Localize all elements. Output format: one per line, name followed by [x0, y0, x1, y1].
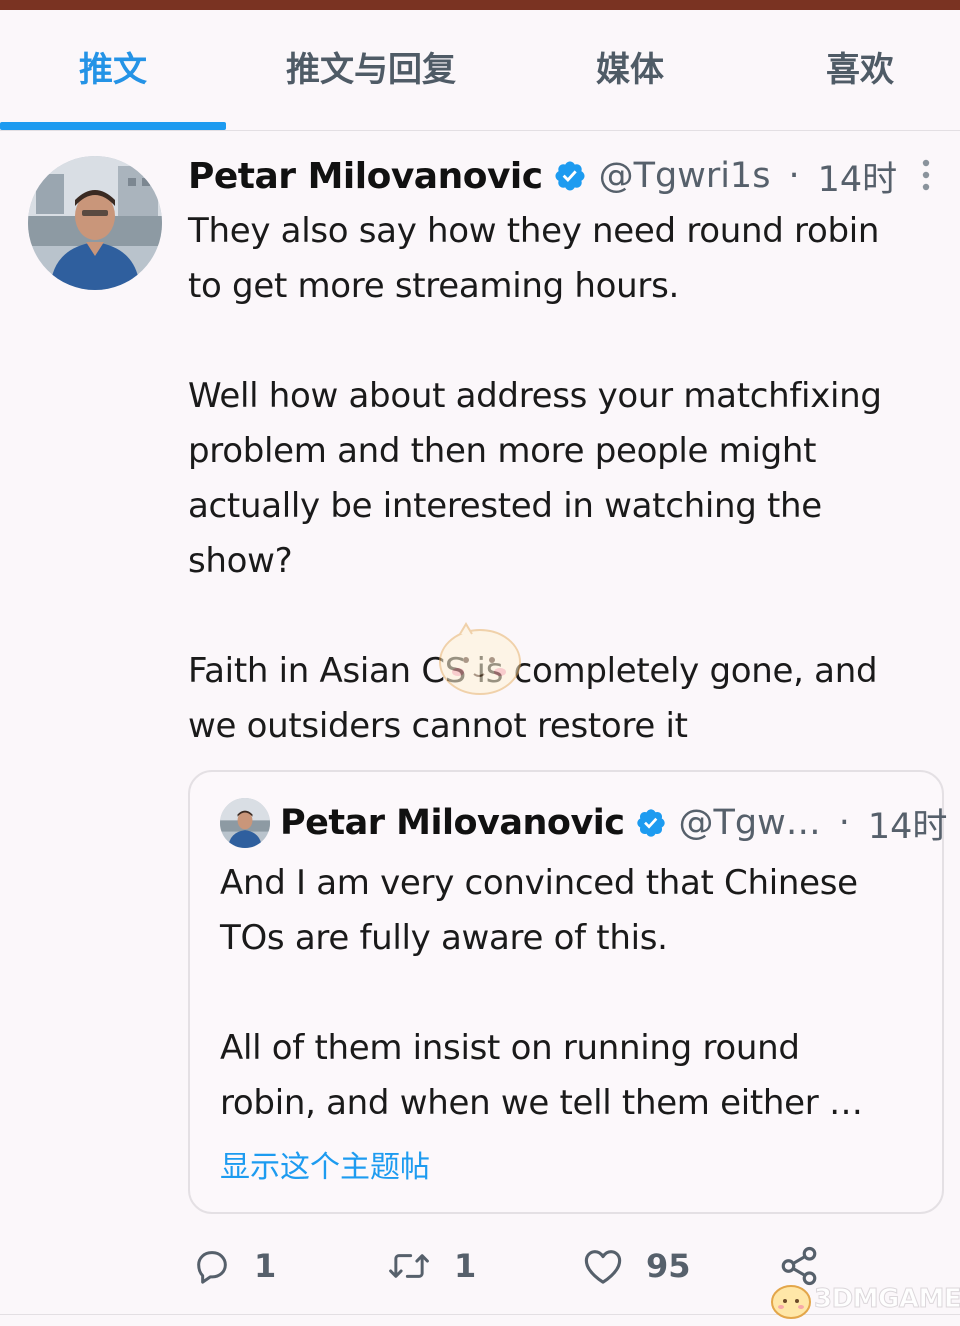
retweet-button[interactable]: 1 [386, 1236, 476, 1296]
tab-media[interactable]: 媒体 [540, 40, 720, 100]
active-tab-indicator [0, 122, 226, 130]
retweet-icon [386, 1246, 432, 1286]
quoted-avatar[interactable] [220, 798, 270, 848]
tweet-author-row: Petar Milovanovic @Tgwri1s · 14时 [188, 148, 897, 204]
top-color-strip [0, 0, 960, 10]
tweet-paragraph: They also say how they need round robin … [188, 211, 880, 306]
tab-likes[interactable]: 喜欢 [770, 40, 950, 100]
more-vertical-icon[interactable] [918, 158, 934, 192]
reply-icon [192, 1246, 232, 1286]
quoted-tweet-card[interactable]: Petar Milovanovic @Tgw… · 14时 And I am v… [188, 770, 947, 1214]
tweet-paragraph: Well how about address your matchfixing … [188, 376, 882, 581]
verified-badge-icon [553, 159, 587, 193]
like-count: 95 [646, 1247, 691, 1285]
like-button[interactable]: 95 [582, 1236, 691, 1296]
meta-separator: · [788, 156, 800, 196]
quoted-author-handle: @Tgw… [678, 803, 821, 843]
watermark-mascot-icon [430, 620, 530, 698]
tweet-paragraph: Faith in Asian CS is completely gone, an… [188, 651, 878, 746]
verified-badge-icon [635, 807, 667, 839]
tweet-text: They also say how they need round robin … [188, 204, 940, 754]
author-handle[interactable]: @Tgwri1s [599, 156, 771, 196]
watermark-logo: 3DMGAME [768, 1276, 960, 1324]
quoted-author-row: Petar Milovanovic @Tgw… · 14时 [280, 796, 947, 850]
tweet-timestamp[interactable]: 14时 [818, 151, 898, 202]
quoted-paragraph: All of them insist on running round robi… [220, 1028, 863, 1123]
quoted-paragraph: And I am very convinced that Chinese TOs… [220, 863, 858, 958]
reply-button[interactable]: 1 [192, 1236, 276, 1296]
meta-separator: · [838, 803, 850, 843]
quoted-author-name: Petar Milovanovic [280, 803, 625, 843]
heart-icon [582, 1246, 624, 1286]
quoted-timestamp: 14时 [867, 806, 948, 847]
watermark-text: 3DMGAME [813, 1284, 960, 1315]
tab-tweets-and-replies[interactable]: 推文与回复 [256, 40, 486, 100]
show-thread-link[interactable]: 显示这个主题帖 [220, 1142, 430, 1186]
author-name[interactable]: Petar Milovanovic [188, 156, 543, 197]
avatar[interactable] [28, 156, 162, 290]
profile-tabs: 推文 推文与回复 媒体 喜欢 [0, 10, 960, 131]
quoted-tweet-text: And I am very convinced that Chinese TOs… [220, 856, 920, 1131]
retweet-count: 1 [454, 1247, 477, 1285]
reply-count: 1 [254, 1247, 277, 1285]
tab-tweets[interactable]: 推文 [0, 40, 226, 100]
